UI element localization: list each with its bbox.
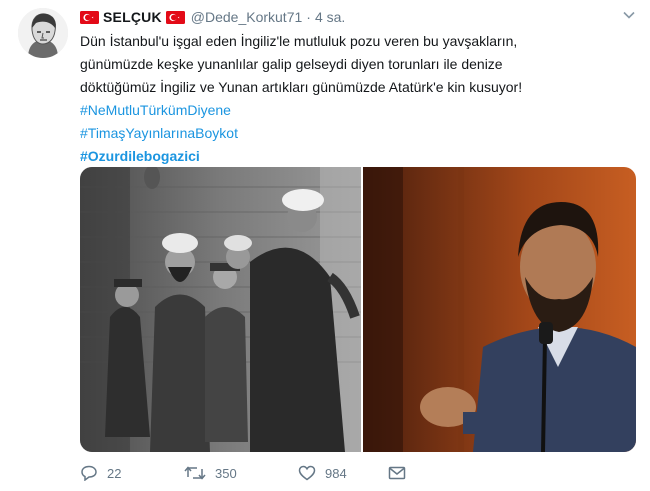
reply-button[interactable]: 22: [80, 465, 184, 481]
reply-icon: [81, 465, 97, 481]
tweet-text-line: günümüzde keşke yunanlılar galip gelseyd…: [80, 56, 503, 72]
reply-count: 22: [107, 465, 122, 481]
tweet-header: SELÇUK @Dede_Korkut71 · 4 sa.: [80, 7, 345, 27]
historical-photo[interactable]: [80, 167, 361, 452]
hashtag-link[interactable]: #TimaşYayınlarınaBoykot: [80, 122, 636, 145]
timestamp[interactable]: 4 sa.: [315, 9, 345, 25]
turkish-flag-icon: [80, 10, 99, 24]
tweet-text: Dün İstanbul'u işgal eden İngiliz'le mut…: [80, 30, 636, 168]
hashtag-link[interactable]: #NeMutluTürkümDiyene: [80, 99, 636, 122]
direct-message-icon: [388, 466, 406, 480]
tweet-text-line: Dün İstanbul'u işgal eden İngiliz'le mut…: [80, 33, 518, 49]
tweet-media: [80, 167, 636, 452]
like-button[interactable]: 984: [298, 465, 388, 481]
retweet-button[interactable]: 350: [184, 465, 298, 481]
retweet-icon: [184, 466, 206, 480]
like-count: 984: [325, 465, 347, 481]
retweet-count: 350: [215, 465, 237, 481]
heart-icon: [298, 465, 316, 481]
avatar[interactable]: [18, 8, 68, 58]
display-name[interactable]: SELÇUK: [103, 9, 162, 25]
user-handle[interactable]: @Dede_Korkut71: [191, 9, 303, 25]
tweet-text-line: döktüğümüz İngiliz ve Yunan artıkları gü…: [80, 79, 523, 95]
hashtag-link[interactable]: #Ozurdilebogazici: [80, 145, 636, 168]
tweet-actions: 22 350 984: [80, 463, 415, 483]
tweet: SELÇUK @Dede_Korkut71 · 4 sa. Dün İstanb…: [0, 0, 650, 491]
chevron-down-icon[interactable]: [622, 8, 636, 22]
speaker-photo[interactable]: [363, 167, 636, 452]
turkish-flag-icon: [165, 10, 185, 24]
direct-message-button[interactable]: [388, 466, 415, 480]
separator-dot: ·: [306, 9, 311, 25]
